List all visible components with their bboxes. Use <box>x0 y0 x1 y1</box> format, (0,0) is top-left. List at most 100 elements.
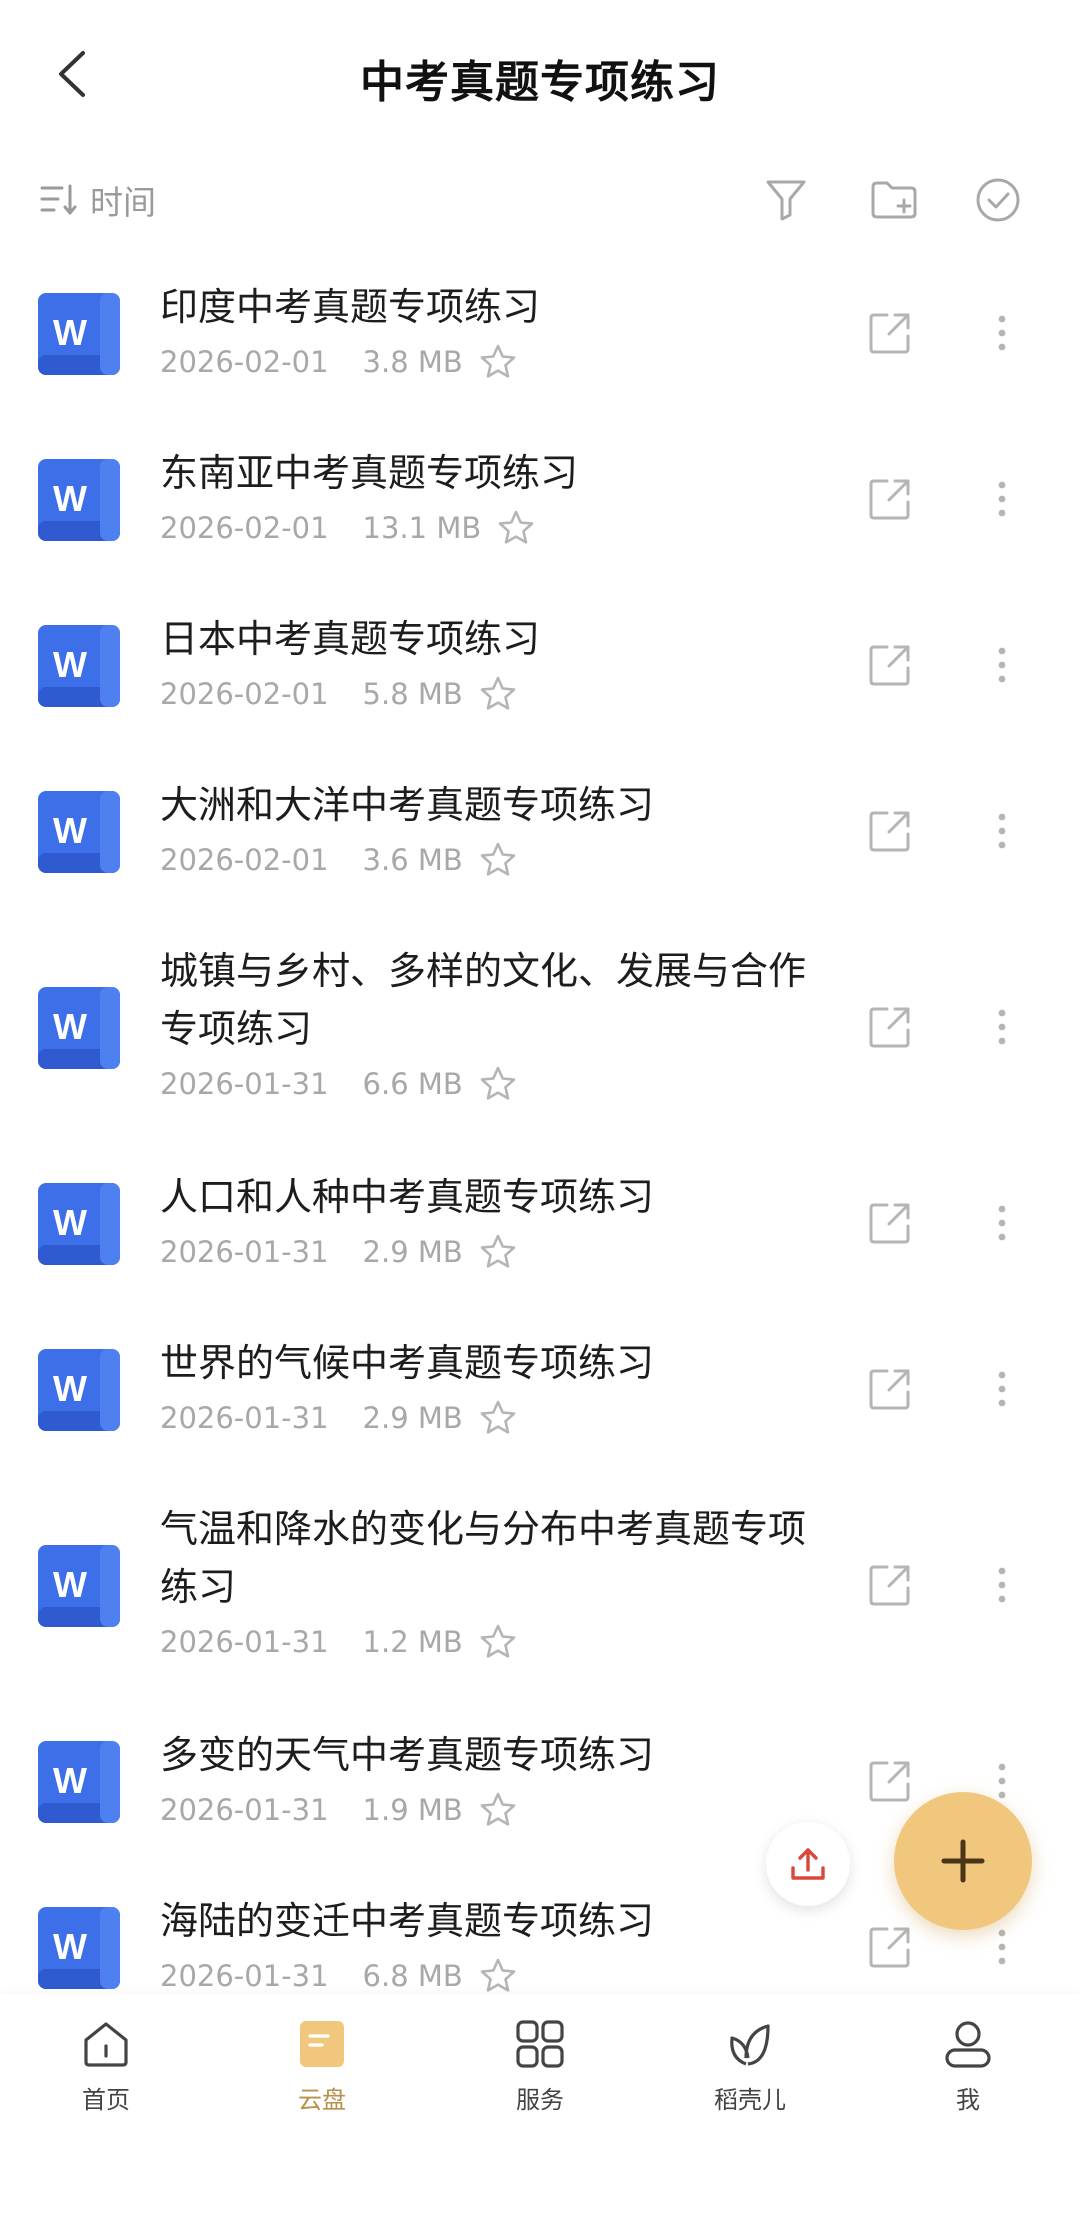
more-vertical-icon <box>998 1763 1006 1799</box>
file-size: 3.8 MB <box>362 345 463 379</box>
more-vertical-icon <box>998 481 1006 517</box>
word-doc-icon: W <box>38 1349 120 1431</box>
upload-button[interactable] <box>766 1822 850 1906</box>
check-circle-icon <box>976 178 1020 222</box>
file-date: 2026-01-31 <box>160 1067 329 1101</box>
svg-text:W: W <box>53 1202 87 1243</box>
header: 中考真题专项练习 <box>0 0 1080 150</box>
share-icon <box>869 313 910 354</box>
more-vertical-icon <box>998 647 1006 683</box>
nav-docer[interactable]: 稻壳儿 <box>680 2014 820 2134</box>
file-name: 海陆的变迁中考真题专项练习 <box>160 1899 655 1943</box>
more-button[interactable] <box>982 637 1022 693</box>
share-button[interactable] <box>862 1753 918 1809</box>
star-icon[interactable] <box>479 342 519 382</box>
plus-icon <box>941 1839 985 1883</box>
svg-text:W: W <box>53 312 87 353</box>
svg-text:W: W <box>53 810 87 851</box>
toolbar: 时间 <box>0 150 1080 250</box>
nav-cloud-drive[interactable]: 云盘 <box>252 2014 392 2134</box>
new-folder-button[interactable] <box>864 170 924 230</box>
star-icon[interactable] <box>479 1790 519 1830</box>
file-date: 2026-02-01 <box>160 345 329 379</box>
filter-button[interactable] <box>756 170 816 230</box>
file-name: 世界的气候中考真题专项练习 <box>160 1341 655 1385</box>
upload-icon <box>791 1848 825 1880</box>
word-doc-icon: W <box>38 791 120 873</box>
share-button[interactable] <box>862 1557 918 1613</box>
nav-me[interactable]: 我 <box>898 2014 1038 2134</box>
file-item[interactable]: W 城镇与乡村、多样的文化、发展与合作专项练习 2026-01-31 6.6 M… <box>0 914 1080 1140</box>
nav-label: 稻壳儿 <box>714 2086 786 2114</box>
file-name: 气温和降水的变化与分布中考真题专项练习 <box>160 1507 807 1609</box>
file-name: 大洲和大洋中考真题专项练习 <box>160 783 655 827</box>
share-button[interactable] <box>862 637 918 693</box>
more-button[interactable] <box>982 1557 1022 1613</box>
file-name: 城镇与乡村、多样的文化、发展与合作专项练习 <box>160 949 807 1051</box>
sort-label: 时间 <box>90 183 156 222</box>
file-date: 2026-02-01 <box>160 677 329 711</box>
word-doc-icon: W <box>38 625 120 707</box>
more-button[interactable] <box>982 1919 1022 1975</box>
star-icon[interactable] <box>479 1622 519 1662</box>
file-size: 5.8 MB <box>362 677 463 711</box>
file-item[interactable]: W 印度中考真题专项练习 2026-02-01 3.8 MB <box>0 250 1080 416</box>
share-button[interactable] <box>862 471 918 527</box>
user-icon <box>938 2014 998 2074</box>
nav-services[interactable]: 服务 <box>470 2014 610 2134</box>
file-item[interactable]: W 气温和降水的变化与分布中考真题专项练习 2026-01-31 1.2 MB <box>0 1472 1080 1698</box>
file-size: 2.9 MB <box>362 1235 463 1269</box>
star-icon[interactable] <box>479 1956 519 1996</box>
share-button[interactable] <box>862 1919 918 1975</box>
word-doc-icon: W <box>38 1545 120 1627</box>
word-doc-icon: W <box>38 987 120 1069</box>
star-icon[interactable] <box>479 840 519 880</box>
star-icon[interactable] <box>479 1064 519 1104</box>
more-button[interactable] <box>982 305 1022 361</box>
file-list: W 印度中考真题专项练习 2026-02-01 3.8 MB W 东南亚中考真题… <box>0 250 1080 2030</box>
share-icon <box>869 1369 910 1410</box>
file-date: 2026-01-31 <box>160 1401 329 1435</box>
more-button[interactable] <box>982 999 1022 1055</box>
sort-button[interactable]: 时间 <box>40 172 156 228</box>
star-icon[interactable] <box>479 1398 519 1438</box>
more-button[interactable] <box>982 471 1022 527</box>
star-icon[interactable] <box>497 508 537 548</box>
share-button[interactable] <box>862 1195 918 1251</box>
file-item[interactable]: W 人口和人种中考真题专项练习 2026-01-31 2.9 MB <box>0 1140 1080 1306</box>
share-button[interactable] <box>862 305 918 361</box>
file-size: 2.9 MB <box>362 1401 463 1435</box>
file-size: 6.6 MB <box>362 1067 463 1101</box>
file-item[interactable]: W 东南亚中考真题专项练习 2026-02-01 13.1 MB <box>0 416 1080 582</box>
more-button[interactable] <box>982 1361 1022 1417</box>
cloud-folder-page: 中考真题专项练习 时间 W 印度中考真题专项练习 2026-02-01 3.8 … <box>0 0 1080 2214</box>
add-button[interactable] <box>894 1792 1032 1930</box>
share-icon <box>869 1203 910 1244</box>
file-size: 13.1 MB <box>362 511 482 545</box>
share-button[interactable] <box>862 1361 918 1417</box>
file-name: 人口和人种中考真题专项练习 <box>160 1175 655 1219</box>
svg-text:W: W <box>53 1760 87 1801</box>
file-date: 2026-01-31 <box>160 1959 329 1993</box>
home-icon <box>76 2014 136 2074</box>
share-button[interactable] <box>862 999 918 1055</box>
share-icon <box>869 1565 910 1606</box>
nav-label: 服务 <box>516 2086 564 2114</box>
file-date: 2026-01-31 <box>160 1625 329 1659</box>
svg-text:W: W <box>53 1006 87 1047</box>
star-icon[interactable] <box>479 1232 519 1272</box>
more-vertical-icon <box>998 1009 1006 1045</box>
share-button[interactable] <box>862 803 918 859</box>
file-item[interactable]: W 世界的气候中考真题专项练习 2026-01-31 2.9 MB <box>0 1306 1080 1472</box>
file-date: 2026-01-31 <box>160 1235 329 1269</box>
more-button[interactable] <box>982 1195 1022 1251</box>
star-icon[interactable] <box>479 674 519 714</box>
nav-home[interactable]: 首页 <box>36 2014 176 2134</box>
select-button[interactable] <box>968 170 1028 230</box>
file-item[interactable]: W 大洲和大洋中考真题专项练习 2026-02-01 3.6 MB <box>0 748 1080 914</box>
file-item[interactable]: W 日本中考真题专项练习 2026-02-01 5.8 MB <box>0 582 1080 748</box>
word-doc-icon: W <box>38 459 120 541</box>
file-name: 日本中考真题专项练习 <box>160 617 541 661</box>
more-button[interactable] <box>982 803 1022 859</box>
cloud-drive-icon <box>292 2014 352 2074</box>
